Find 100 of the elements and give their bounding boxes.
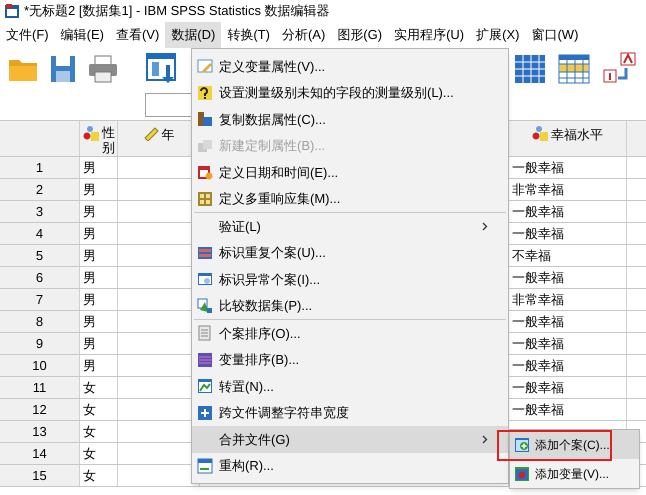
menu-item[interactable]: 添加个案(C)... [510,430,639,459]
table-cell: 女 [83,380,96,395]
cell-editor-field[interactable] [145,93,191,117]
question-icon [197,84,213,101]
row-number[interactable]: 7 [36,292,44,307]
row-number[interactable]: 15 [32,468,47,483]
menu-item[interactable]: 添加变量(V)... [510,459,639,488]
menu-item[interactable]: 比较数据集(P)... [192,292,508,319]
table-cell: 男 [83,314,96,329]
row-number[interactable]: 11 [32,380,46,395]
row-number[interactable]: 1 [36,160,44,175]
menu-item[interactable]: 验证(L) [192,213,508,240]
table-icon [197,244,213,261]
menu-item[interactable]: 定义日期和时间(E)... [192,159,508,186]
menu-item[interactable]: 定义多重响应集(M)... [192,186,508,212]
add-rows-icon [514,436,530,452]
table-cell: 非常幸福 [512,292,564,307]
menu-item[interactable]: 跨文件调整字符串宽度 [192,400,508,426]
table-cell: 一般幸福 [512,204,564,219]
table-cell: 非常幸福 [512,182,564,197]
table-cell: 男 [83,292,96,307]
save-icon[interactable] [50,55,76,83]
table-cell: 男 [83,358,96,373]
column-header[interactable]: 性别 [102,125,116,155]
menu-item[interactable]: 转换(T) [221,22,276,48]
printer-icon[interactable] [88,55,118,83]
nominal-icon [83,125,99,141]
row-number[interactable]: 8 [36,314,44,329]
row-number[interactable]: 9 [36,336,44,351]
table-cell: 男 [83,336,96,351]
row-number[interactable]: 13 [32,424,47,439]
table-cell: 女 [83,446,96,461]
menu-item[interactable]: 定义变量属性(V)... [192,53,508,80]
grid-icon [197,190,213,207]
menu-item[interactable]: 文件(F) [0,22,55,48]
menu-item[interactable]: 标识异常个案(I)... [192,266,508,292]
menu-item[interactable]: 分析(A) [276,22,332,48]
table-cell: 不幸福 [512,248,551,263]
menu-item[interactable]: 合并文件(G) [192,426,508,452]
menu-item[interactable]: 转置(N)... [192,373,508,400]
variable-view-icon[interactable] [558,54,590,84]
import-icon[interactable] [146,53,178,85]
table-cell: 一般幸福 [512,380,564,395]
row-number[interactable]: 10 [32,358,47,373]
menu-item[interactable]: 图形(G) [331,22,388,48]
table-cell: 男 [83,204,96,219]
table-cell: 一般幸福 [512,336,564,351]
row-number[interactable]: 5 [36,248,44,263]
pencil-icon [197,58,213,74]
row-number[interactable]: 4 [36,226,44,241]
row-number[interactable]: 2 [36,182,44,197]
table-cell: 男 [83,182,96,197]
nominal-icon [532,125,548,141]
table-cell: 女 [83,424,96,439]
copy-icon [197,138,213,154]
table-cell: 男 [83,248,96,263]
table-cell: 一般幸福 [512,358,564,373]
table-cell: 女 [83,468,96,483]
menu-item[interactable]: 复制数据属性(C)... [192,106,508,132]
table-cell: 男 [83,270,96,285]
menu-item[interactable]: 窗口(W) [525,22,584,48]
table-cell: 一般幸福 [512,402,564,417]
menu-item[interactable]: 重构(R)... [192,452,508,479]
book-icon [197,111,213,128]
menu-item[interactable]: 编辑(E) [54,22,110,48]
chart-icon [197,298,213,314]
row-number[interactable]: 14 [32,446,47,461]
menu-item[interactable]: 个案排序(O)... [192,320,508,346]
ruler-icon [142,125,158,141]
chevron-right-icon [482,222,488,231]
table-cell: 一般幸福 [512,314,564,329]
table-icon [197,378,213,394]
app-icon [4,3,20,19]
calendar-icon [197,164,213,180]
menu-item[interactable]: 标识重复个案(U)... [192,240,508,266]
menu-item[interactable]: 设置测量级别未知的字段的测量级别(L)... [192,80,508,106]
table-cell: 女 [83,402,96,417]
row-number[interactable]: 12 [32,402,47,417]
table-icon [197,271,213,288]
row-number[interactable]: 3 [36,204,44,219]
chevron-right-icon [482,434,488,444]
data-view-icon[interactable] [514,54,546,84]
table-cell: 一般幸福 [512,226,564,241]
plus-icon [197,404,213,421]
column-header[interactable]: 幸福水平 [551,125,603,144]
table-cell: 一般幸福 [512,270,564,285]
window-title: *无标题2 [数据集1] - IBM SPSS Statistics 数据编辑器 [24,2,330,20]
table-cell: 男 [83,226,96,241]
menu-item[interactable]: 扩展(X) [470,22,526,48]
table-cell: 男 [83,160,96,175]
add-columns-icon [514,466,530,482]
menu-item[interactable]: 数据(D) [165,22,222,48]
menu-item[interactable]: 变量排序(B)... [192,346,508,373]
table-icon [197,352,213,368]
table-cell: 一般幸福 [512,160,564,175]
menu-item[interactable]: 实用程序(U) [388,22,470,48]
row-number[interactable]: 6 [36,270,44,285]
menu-item[interactable]: 查看(V) [110,22,166,48]
document-icon [197,325,213,342]
column-header[interactable]: 年 [162,125,174,144]
